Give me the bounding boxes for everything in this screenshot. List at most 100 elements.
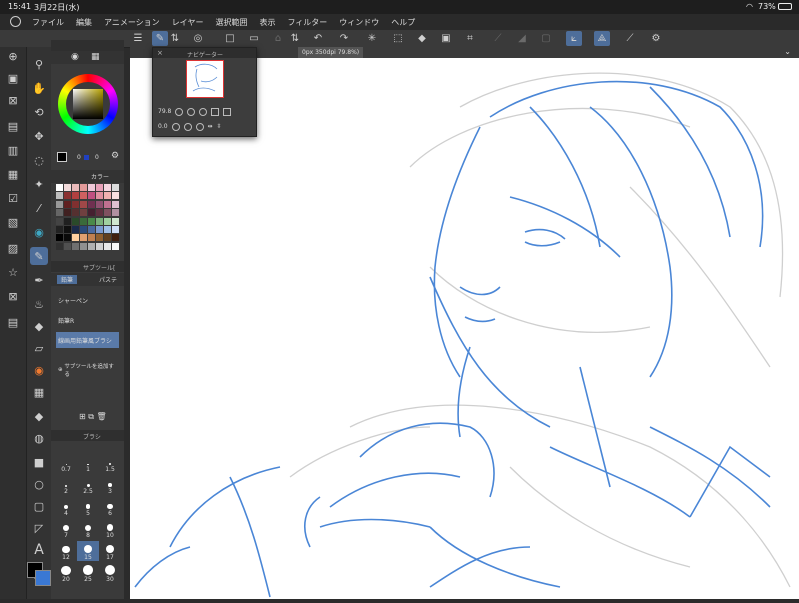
auto-select-icon[interactable]: ◉ xyxy=(30,223,48,241)
hand-tool-icon[interactable]: ✋ xyxy=(30,79,48,97)
subtool-item-pencil-r[interactable]: 鉛筆R xyxy=(56,312,119,328)
menu-help[interactable]: ヘルプ xyxy=(391,17,415,28)
history-icon[interactable]: ▧ xyxy=(4,213,22,231)
reset-rotation-icon[interactable] xyxy=(195,122,204,131)
loading-icon[interactable]: ✳ xyxy=(364,31,380,46)
crop-icon[interactable]: ⌗ xyxy=(462,31,478,46)
chevron-updown-icon-2[interactable]: ⇅ xyxy=(290,31,300,46)
fill-tool-icon[interactable]: ◆ xyxy=(30,407,48,425)
document-tab[interactable]: 0px 350dpi 79.8%) xyxy=(298,47,364,58)
brush-size-5[interactable]: 5 xyxy=(77,497,99,517)
subtool-item-sharpen[interactable]: シャーペン xyxy=(56,292,119,308)
color-set-tab[interactable]: カラー xyxy=(91,172,109,181)
flip-vertical-icon[interactable]: ⇳ xyxy=(217,123,222,130)
save-icon[interactable]: ⌂ xyxy=(270,31,286,46)
check-icon[interactable]: ☑ xyxy=(4,189,22,207)
ruler-icon[interactable]: ⟋ xyxy=(490,31,506,46)
eyedropper-icon[interactable]: ⁄ xyxy=(30,199,48,217)
zoom-in-icon[interactable] xyxy=(187,107,196,116)
brush-size-2-5[interactable]: 2.5 xyxy=(77,475,99,495)
brush-size-3[interactable]: 3 xyxy=(99,475,121,495)
sub-color-chip[interactable] xyxy=(84,155,89,160)
search-layer-icon[interactable]: ▨ xyxy=(4,239,22,257)
snap-special-ruler-icon[interactable]: ⟁ xyxy=(594,31,610,46)
select-icon[interactable]: ▢ xyxy=(538,31,554,46)
fit-navigator-icon[interactable] xyxy=(223,107,232,116)
sub-color-swatch[interactable] xyxy=(35,570,51,586)
navigator-thumbnail[interactable] xyxy=(186,60,224,98)
zoom-out-icon[interactable] xyxy=(175,107,184,116)
color-set-tab-icon[interactable]: ▦ xyxy=(91,52,100,62)
rotate-tool-icon[interactable]: ⟲ xyxy=(30,103,48,121)
subtool-item-lineart-brush[interactable]: 線画用鉛筆風ブラシ xyxy=(56,332,119,348)
chevron-updown-icon[interactable]: ⇅ xyxy=(170,31,180,46)
brush-size-2[interactable]: 2 xyxy=(55,475,77,495)
main-color-chip[interactable] xyxy=(57,152,67,162)
move-tool-icon[interactable]: ✥ xyxy=(30,127,48,145)
pencil-tool-icon[interactable]: ✎ xyxy=(30,247,48,265)
fill-icon[interactable]: ◆ xyxy=(414,31,430,46)
color-settings-icon[interactable]: ⚙ xyxy=(111,151,119,161)
blend-icon[interactable]: ◉ xyxy=(30,361,48,379)
menu-filter[interactable]: フィルター xyxy=(287,17,327,28)
capture-icon[interactable]: ▣ xyxy=(4,69,22,87)
gradient-icon[interactable]: ◢ xyxy=(514,31,530,46)
flip-horizontal-icon[interactable]: ⇹ xyxy=(208,123,213,130)
clear-icon[interactable]: ⬚ xyxy=(390,31,406,46)
airbrush-icon[interactable]: ♨ xyxy=(30,295,48,313)
color-wheel-tab-icon[interactable]: ◉ xyxy=(71,52,79,62)
saturation-square[interactable] xyxy=(73,89,103,119)
layer-property-icon[interactable]: ▦ xyxy=(4,165,22,183)
copy-subtool-icon[interactable]: ⧉ xyxy=(88,412,94,421)
close-box-icon[interactable]: ⊠ xyxy=(4,91,22,109)
circle-figure-icon[interactable]: ○ xyxy=(30,475,48,493)
color-set-swatches[interactable] xyxy=(56,184,119,250)
snap-ruler-icon[interactable]: ⟀ xyxy=(566,31,582,46)
chevron-down-icon[interactable]: ⌄ xyxy=(784,47,791,56)
animation-icon[interactable]: ▤ xyxy=(4,313,22,331)
frame-border-icon[interactable]: ▦ xyxy=(30,383,48,401)
lasso-tool-icon[interactable]: ◌ xyxy=(30,151,48,169)
rotate-right-icon[interactable] xyxy=(183,122,192,131)
navigator-toggle-icon[interactable]: ✎ xyxy=(152,31,168,46)
brush-size-1[interactable]: 1 xyxy=(77,453,99,473)
brush-size-1-5[interactable]: 1.5 xyxy=(99,453,121,473)
open-folder-icon[interactable]: ▭ xyxy=(246,31,262,46)
menu-view[interactable]: 表示 xyxy=(259,17,275,28)
subtool-tab-pastel[interactable]: パステ xyxy=(99,275,117,284)
layer-icon[interactable]: ▥ xyxy=(4,141,22,159)
new-subtool-icon[interactable]: ⊞ xyxy=(79,412,86,421)
brush-size-0-7[interactable]: 0.7 xyxy=(55,453,77,473)
magic-wand-icon[interactable]: ✦ xyxy=(30,175,48,193)
pen-tool-icon[interactable]: ✒ xyxy=(30,271,48,289)
rotate-left-icon[interactable] xyxy=(171,122,180,131)
zoom-tool-icon[interactable]: ⚲ xyxy=(30,55,48,73)
brush-size-15[interactable]: 15 xyxy=(77,541,99,561)
figure-icon[interactable]: ■ xyxy=(30,453,48,471)
settings-icon[interactable]: ⚙ xyxy=(648,31,664,46)
brush-size-17[interactable]: 17 xyxy=(99,541,121,561)
delete-icon[interactable]: ⊠ xyxy=(4,287,22,305)
menu-file[interactable]: ファイル xyxy=(32,17,64,28)
menu-animation[interactable]: アニメーション xyxy=(104,17,160,28)
brush-size-20[interactable]: 20 xyxy=(55,563,77,583)
frame-icon[interactable]: ▢ xyxy=(30,497,48,515)
palette-icon[interactable]: ◎ xyxy=(190,31,206,46)
actual-size-icon[interactable] xyxy=(199,107,208,116)
menu-edit[interactable]: 編集 xyxy=(76,17,92,28)
add-subtool-button[interactable]: ⊕ サブツールを追加する xyxy=(56,362,119,378)
menu-selection[interactable]: 選択範囲 xyxy=(215,17,247,28)
brush-size-12[interactable]: 12 xyxy=(55,541,77,561)
hamburger-menu-icon[interactable]: ☰ xyxy=(130,31,146,46)
subtool-tab-pencil[interactable]: 鉛筆 xyxy=(57,275,78,284)
brush-size-8[interactable]: 8 xyxy=(77,519,99,539)
text-tool-icon[interactable]: A xyxy=(30,541,48,559)
trash-icon[interactable]: 🗑 xyxy=(97,412,107,421)
brush-size-7[interactable]: 7 xyxy=(55,519,77,539)
brush-size-25[interactable]: 25 xyxy=(77,563,99,583)
fit-window-icon[interactable] xyxy=(211,107,220,116)
snap-grid-icon[interactable]: ⟋ xyxy=(622,31,638,46)
color-wheel[interactable] xyxy=(58,74,118,134)
new-canvas-icon[interactable]: □ xyxy=(222,31,238,46)
brush-size-6[interactable]: 6 xyxy=(99,497,121,517)
